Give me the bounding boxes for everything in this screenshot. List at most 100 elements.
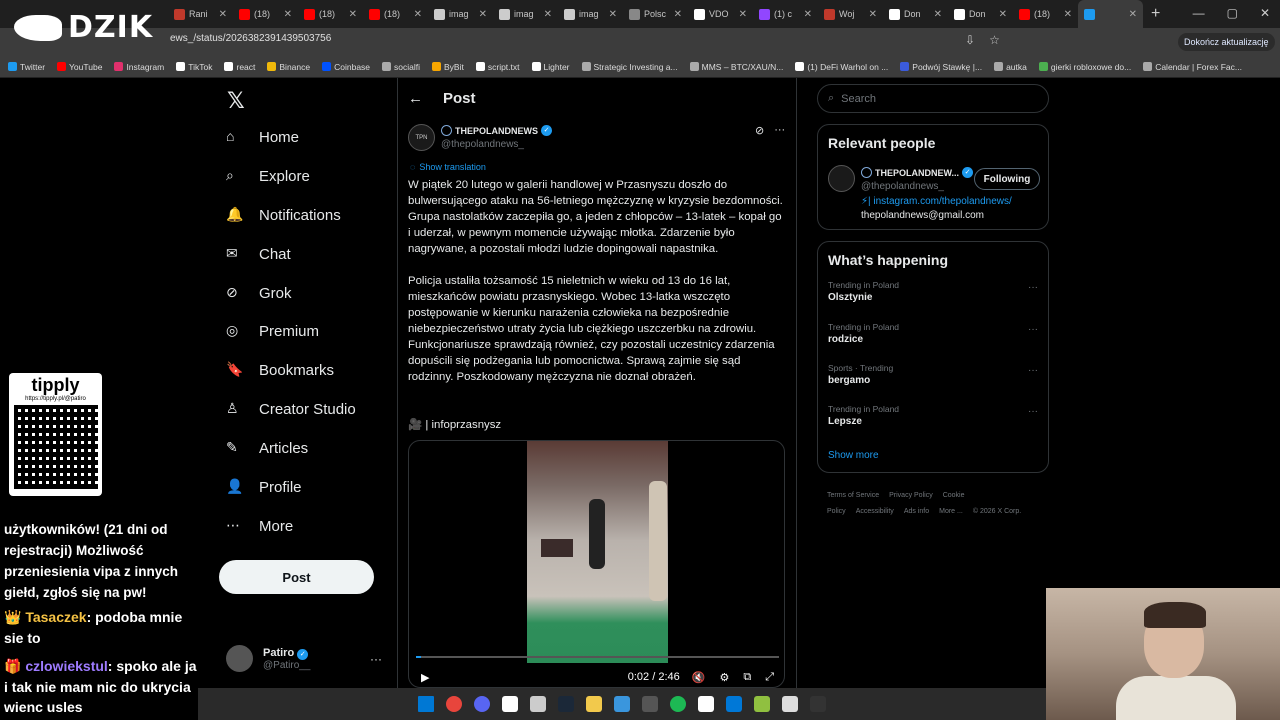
author-handle[interactable]: @thepolandnews_ bbox=[441, 139, 524, 150]
bio-link[interactable]: ⚡| instagram.com/thepolandnews/ bbox=[861, 196, 1012, 207]
browser-tab[interactable]: Don ✕ bbox=[883, 0, 948, 28]
bookmark-item[interactable]: (1) DeFi Warhol on ... bbox=[795, 62, 888, 72]
browser-tab[interactable]: (18) ✕ bbox=[1013, 0, 1078, 28]
windows-icon[interactable] bbox=[418, 696, 434, 712]
browser-tab[interactable]: (18) ✕ bbox=[233, 0, 298, 28]
nav-item-premium[interactable]: ◎ Premium bbox=[226, 322, 319, 340]
show-translation-link[interactable]: ◌ Show translation bbox=[410, 162, 486, 172]
new-tab-icon[interactable]: + bbox=[1151, 5, 1160, 23]
grok-icon[interactable]: ⊘ bbox=[755, 124, 764, 137]
spotify-icon[interactable] bbox=[670, 696, 686, 712]
trend-item[interactable]: Sports · Trending bergamo bbox=[828, 363, 893, 386]
video-player[interactable]: ▶ 0:02 / 2:46 🔇 ⚙ ⧉ ⤢ bbox=[408, 440, 785, 688]
account-switcher[interactable]: Patiro ✓ @Patiro__ bbox=[226, 645, 310, 672]
tab-close-icon[interactable]: ✕ bbox=[999, 9, 1007, 20]
app4-icon[interactable] bbox=[754, 696, 770, 712]
tab-close-icon[interactable]: ✕ bbox=[1064, 9, 1072, 20]
mute-icon[interactable]: 🔇 bbox=[692, 671, 706, 684]
notepad-icon[interactable] bbox=[782, 696, 798, 712]
bookmark-item[interactable]: gierki robloxowe do... bbox=[1038, 62, 1131, 72]
footer-link[interactable]: Ads info bbox=[904, 508, 929, 515]
steam-icon[interactable] bbox=[558, 696, 574, 712]
close-icon[interactable]: ✕ bbox=[1260, 6, 1270, 20]
post-button[interactable]: Post bbox=[219, 560, 374, 594]
browser-tab[interactable]: Polsc ✕ bbox=[623, 0, 688, 28]
minimize-icon[interactable]: — bbox=[1193, 6, 1205, 20]
more-dots-icon[interactable]: ··· bbox=[774, 124, 785, 137]
nav-item-profile[interactable]: 👤 Profile bbox=[226, 478, 302, 496]
tab-close-icon[interactable]: ✕ bbox=[739, 9, 747, 20]
tab-close-icon[interactable]: ✕ bbox=[219, 9, 227, 20]
picture-in-picture-icon[interactable]: ⧉ bbox=[743, 671, 751, 684]
video-frame[interactable] bbox=[527, 441, 668, 663]
bookmark-item[interactable]: MMS – BTC/XAU/N... bbox=[689, 62, 783, 72]
nav-item-grok[interactable]: ⊘ Grok bbox=[226, 284, 292, 302]
relevant-person-name[interactable]: THEPOLANDNEW... ✓ bbox=[861, 167, 974, 178]
browser-tab[interactable]: imag ✕ bbox=[428, 0, 493, 28]
browser-tab[interactable]: (1) c ✕ bbox=[753, 0, 818, 28]
browser-tab[interactable]: Woj ✕ bbox=[818, 0, 883, 28]
more-dots-icon[interactable]: ··· bbox=[1028, 365, 1038, 376]
more-dots-icon[interactable]: ··· bbox=[1028, 406, 1038, 417]
footer-link[interactable]: More ... bbox=[939, 508, 963, 515]
tab-close-icon[interactable]: ✕ bbox=[479, 9, 487, 20]
vscode-icon[interactable] bbox=[726, 696, 742, 712]
bookmark-item[interactable]: Calendar | Forex Fac... bbox=[1143, 62, 1242, 72]
bookmark-item[interactable]: YouTube bbox=[57, 62, 102, 72]
bookmark-item[interactable]: script.txt bbox=[475, 62, 520, 72]
app5-icon[interactable] bbox=[810, 696, 826, 712]
more-dots-icon[interactable]: ··· bbox=[1028, 282, 1038, 293]
browser-tab[interactable]: VDO ✕ bbox=[688, 0, 753, 28]
footer-link[interactable]: Accessibility bbox=[856, 508, 894, 515]
nav-item-notifications[interactable]: 🔔 Notifications bbox=[226, 206, 341, 224]
tab-close-icon[interactable]: ✕ bbox=[544, 9, 552, 20]
tab-close-icon[interactable]: ✕ bbox=[414, 9, 422, 20]
tab-close-icon[interactable]: ✕ bbox=[284, 9, 292, 20]
bookmark-item[interactable]: Podwój Stawkę |... bbox=[900, 62, 982, 72]
nav-item-more[interactable]: ⋯ More bbox=[226, 517, 293, 535]
more-dots-icon[interactable]: ··· bbox=[1028, 324, 1038, 335]
update-button[interactable]: Dokończ aktualizację bbox=[1178, 33, 1275, 51]
tab-close-icon[interactable]: ✕ bbox=[349, 9, 357, 20]
video-progress-bar[interactable] bbox=[416, 656, 779, 658]
bookmark-item[interactable]: Binance bbox=[267, 62, 310, 72]
bookmark-item[interactable]: socialfi bbox=[382, 62, 420, 72]
author-name[interactable]: THEPOLANDNEWS ✓ bbox=[441, 125, 552, 136]
settings-icon[interactable]: ⚙ bbox=[719, 671, 729, 684]
tab-close-icon[interactable]: ✕ bbox=[804, 9, 812, 20]
browser-tab[interactable]: ✕ bbox=[1078, 0, 1143, 28]
footer-link[interactable]: © 2026 X Corp. bbox=[973, 508, 1021, 515]
bookmark-item[interactable]: Twitter bbox=[8, 62, 45, 72]
folder-icon[interactable] bbox=[586, 696, 602, 712]
back-arrow-icon[interactable]: ← bbox=[408, 90, 423, 107]
footer-link[interactable]: Privacy Policy bbox=[889, 492, 933, 499]
search-input[interactable]: ⌕ Search bbox=[817, 84, 1049, 113]
browser-tab[interactable]: (18) ✕ bbox=[298, 0, 363, 28]
nav-item-home[interactable]: ⌂ Home bbox=[226, 128, 299, 146]
trend-item[interactable]: Trending in Poland rodzice bbox=[828, 322, 899, 345]
nav-item-articles[interactable]: ✎ Articles bbox=[226, 439, 308, 457]
nav-item-explore[interactable]: ⌕ Explore bbox=[226, 167, 310, 185]
bookmark-item[interactable]: Strategic Investing a... bbox=[581, 62, 678, 72]
settings-icon[interactable] bbox=[614, 696, 630, 712]
app-icon[interactable] bbox=[502, 696, 518, 712]
relevant-person-handle[interactable]: @thepolandnews_ bbox=[861, 181, 944, 192]
footer-link[interactable]: Terms of Service bbox=[827, 492, 879, 499]
star-icon[interactable]: ☆ bbox=[989, 33, 1000, 47]
author-avatar[interactable]: TPN bbox=[408, 124, 435, 151]
browser-tab[interactable]: imag ✕ bbox=[493, 0, 558, 28]
tab-close-icon[interactable]: ✕ bbox=[934, 9, 942, 20]
play-icon[interactable]: ▶ bbox=[421, 671, 429, 684]
avatar[interactable] bbox=[828, 165, 855, 192]
bookmark-item[interactable]: autka bbox=[994, 62, 1027, 72]
trend-item[interactable]: Trending in Poland Olsztynie bbox=[828, 280, 899, 303]
browser-tab[interactable]: Rani ✕ bbox=[168, 0, 233, 28]
trend-item[interactable]: Trending in Poland Lepsze bbox=[828, 404, 899, 427]
url-field[interactable]: ews_/status/2026382391439503756 bbox=[170, 33, 331, 44]
browser-tab[interactable]: Don ✕ bbox=[948, 0, 1013, 28]
nav-item-creator-studio[interactable]: ♙ Creator Studio bbox=[226, 400, 356, 418]
browser-tab[interactable]: (18) ✕ bbox=[363, 0, 428, 28]
bookmark-item[interactable]: Coinbase bbox=[322, 62, 370, 72]
x-logo-icon[interactable]: 𝕏 bbox=[227, 88, 245, 114]
app3-icon[interactable] bbox=[698, 696, 714, 712]
